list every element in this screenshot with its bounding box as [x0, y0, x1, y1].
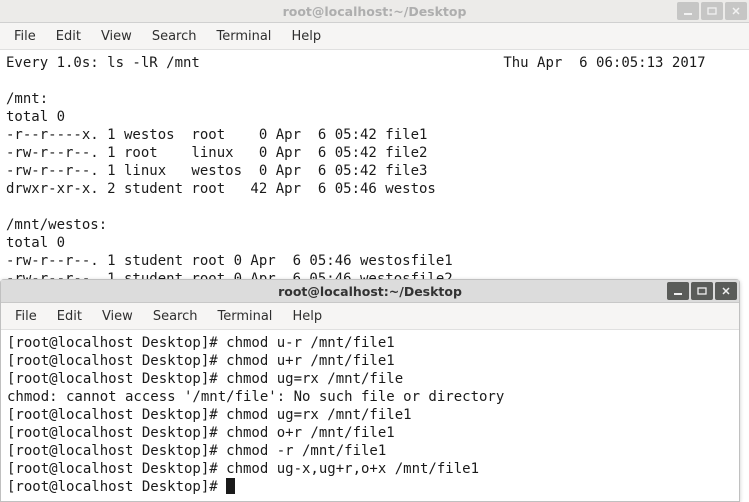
menu-terminal-front[interactable]: Terminal [207, 307, 282, 326]
cmd-line-5: [root@localhost Desktop]# chmod o+r /mnt… [7, 425, 395, 441]
menu-edit-back[interactable]: Edit [46, 27, 91, 46]
cmd-line-4: [root@localhost Desktop]# chmod ug=rx /m… [7, 407, 412, 423]
close-icon [721, 287, 731, 295]
cmd-line-3: chmod: cannot access '/mnt/file': No suc… [7, 389, 504, 405]
text-cursor [226, 478, 235, 494]
cmd-line-0: [root@localhost Desktop]# chmod u-r /mnt… [7, 335, 395, 351]
terminal-output-front[interactable]: [root@localhost Desktop]# chmod u-r /mnt… [1, 330, 739, 500]
maximize-icon [697, 287, 707, 295]
menu-view-back[interactable]: View [91, 27, 142, 46]
titlebar-back: root@localhost:~/Desktop [0, 0, 749, 23]
menu-help-back[interactable]: Help [281, 27, 331, 46]
menu-view-front[interactable]: View [92, 307, 143, 326]
menu-search-back[interactable]: Search [142, 27, 207, 46]
watch-header-right: Thu Apr 6 06:05:13 2017 [503, 55, 705, 71]
watch-header-left: Every 1.0s: ls -lR /mnt [6, 55, 200, 71]
menubar-back: File Edit View Search Terminal Help [0, 23, 749, 50]
menu-edit-front[interactable]: Edit [47, 307, 92, 326]
minimize-button-back[interactable] [677, 2, 699, 20]
menu-file-back[interactable]: File [4, 27, 46, 46]
ls-output: /mnt: total 0 -r--r----x. 1 westos root … [6, 91, 453, 287]
maximize-button-front[interactable] [691, 282, 713, 300]
minimize-icon [683, 7, 693, 15]
menu-search-front[interactable]: Search [143, 307, 208, 326]
menu-terminal-back[interactable]: Terminal [206, 27, 281, 46]
window-title-front: root@localhost:~/Desktop [278, 284, 462, 299]
minimize-button-front[interactable] [667, 282, 689, 300]
terminal-window-front: root@localhost:~/Desktop File Edit View … [0, 279, 740, 502]
close-icon [731, 7, 741, 15]
titlebar-front[interactable]: root@localhost:~/Desktop [1, 280, 739, 303]
close-button-back[interactable] [725, 2, 747, 20]
cmd-line-7: [root@localhost Desktop]# chmod ug-x,ug+… [7, 461, 479, 477]
maximize-button-back[interactable] [701, 2, 723, 20]
cmd-line-1: [root@localhost Desktop]# chmod u+r /mnt… [7, 353, 395, 369]
window-title-back: root@localhost:~/Desktop [283, 4, 467, 19]
cmd-line-6: [root@localhost Desktop]# chmod -r /mnt/… [7, 443, 386, 459]
menubar-front: File Edit View Search Terminal Help [1, 303, 739, 330]
cmd-line-8: [root@localhost Desktop]# [7, 479, 226, 495]
maximize-icon [707, 7, 717, 15]
window-controls-front [667, 280, 737, 302]
close-button-front[interactable] [715, 282, 737, 300]
window-controls-back [677, 0, 747, 22]
menu-file-front[interactable]: File [5, 307, 47, 326]
terminal-output-back[interactable]: Every 1.0s: ls -lR /mnt Thu Apr 6 06:05:… [0, 50, 749, 292]
cmd-line-2: [root@localhost Desktop]# chmod ug=rx /m… [7, 371, 403, 387]
watch-header-spacer [200, 55, 503, 71]
minimize-icon [673, 287, 683, 295]
menu-help-front[interactable]: Help [282, 307, 332, 326]
